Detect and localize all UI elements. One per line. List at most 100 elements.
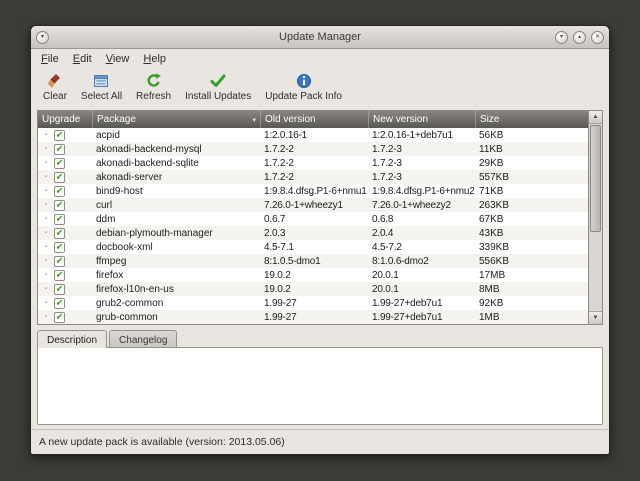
cell-package: akonadi-backend-mysql	[96, 143, 202, 155]
menu-item-help[interactable]: Help	[136, 51, 173, 67]
package-checkbox[interactable]: ✔	[54, 143, 65, 155]
package-checkbox[interactable]: ✔	[54, 171, 65, 183]
checkmark-icon: ✔	[55, 297, 64, 307]
cell-size: 92KB	[479, 297, 504, 309]
tree-expander[interactable]: -	[38, 144, 54, 154]
cell-new-version: 0.6.8	[372, 213, 394, 225]
cell-size: 17MB	[479, 269, 506, 281]
cell-new-version: 1:9.8.4.dfsg.P1-6+nmu2	[372, 185, 475, 197]
cell-old-version: 1.7.2-2	[264, 157, 294, 169]
package-checkbox[interactable]: ✔	[54, 269, 65, 281]
package-checkbox[interactable]: ✔	[54, 311, 65, 323]
refresh-button[interactable]: Refresh	[129, 70, 178, 103]
scroll-down-button[interactable]: ▼	[589, 311, 602, 324]
table-row[interactable]: - ✔ akonadi-backend-mysql 1.7.2-2 1.7.2-…	[38, 142, 588, 156]
package-checkbox[interactable]: ✔	[54, 199, 65, 211]
column-header-size[interactable]: Size	[475, 111, 588, 128]
package-checkbox[interactable]: ✔	[54, 129, 65, 141]
package-checkbox[interactable]: ✔	[54, 297, 65, 309]
cell-old-version: 2.0.3	[264, 227, 286, 239]
column-header-package-label: Package	[97, 114, 136, 125]
update-pack-info-button[interactable]: Update Pack Info	[258, 70, 349, 103]
package-checkbox[interactable]: ✔	[54, 185, 65, 197]
package-table: Upgrade Package ▾ Old version New versio…	[37, 110, 603, 325]
package-checkbox[interactable]: ✔	[54, 213, 65, 225]
cell-size: 56KB	[479, 129, 504, 141]
tree-expander[interactable]: -	[38, 312, 54, 322]
scrollbar-thumb[interactable]	[590, 125, 601, 233]
table-row[interactable]: - ✔ firefox 19.0.2 20.0.1 17MB	[38, 268, 588, 282]
column-header-upgrade[interactable]: Upgrade	[38, 111, 92, 128]
cell-old-version: 7.26.0-1+wheezy1	[264, 199, 343, 211]
tab-changelog[interactable]: Changelog	[109, 330, 178, 347]
install-updates-button[interactable]: Install Updates	[178, 70, 258, 103]
table-row[interactable]: - ✔ debian-plymouth-manager 2.0.3 2.0.4 …	[38, 226, 588, 240]
statusbar: A new update pack is available (version:…	[31, 429, 609, 454]
column-header-old-version[interactable]: Old version	[260, 111, 368, 128]
scroll-up-button[interactable]: ▲	[589, 111, 602, 124]
table-row[interactable]: - ✔ docbook-xml 4.5-7.1 4.5-7.2 339KB	[38, 240, 588, 254]
package-checkbox[interactable]: ✔	[54, 255, 65, 267]
vertical-scrollbar[interactable]: ▲ ▼	[588, 111, 602, 324]
checkmark-icon: ✔	[55, 143, 64, 153]
table-row[interactable]: - ✔ ddm 0.6.7 0.6.8 67KB	[38, 212, 588, 226]
checkmark-icon: ✔	[55, 199, 64, 209]
cell-old-version: 19.0.2	[264, 269, 291, 281]
table-row[interactable]: - ✔ firefox-l10n-en-us 19.0.2 20.0.1 8MB	[38, 282, 588, 296]
tree-expander[interactable]: -	[38, 242, 54, 252]
cell-new-version: 1.7.2-3	[372, 171, 402, 183]
menu-item-edit[interactable]: Edit	[66, 51, 99, 67]
column-header-package[interactable]: Package ▾	[92, 111, 260, 128]
tab-bar: Description Changelog	[37, 330, 603, 348]
table-row[interactable]: - ✔ grub2-common 1.99-27 1.99-27+deb7u1 …	[38, 296, 588, 310]
menubar: File Edit View Help	[31, 49, 609, 68]
select-all-button[interactable]: Select All	[74, 70, 129, 103]
checkmark-icon: ✔	[55, 269, 64, 279]
cell-size: 263KB	[479, 199, 510, 211]
menu-item-file[interactable]: File	[34, 51, 66, 67]
column-header-new-version[interactable]: New version	[368, 111, 475, 128]
package-checkbox[interactable]: ✔	[54, 157, 65, 169]
cell-new-version: 20.0.1	[372, 283, 399, 295]
menu-item-view[interactable]: View	[99, 51, 137, 67]
cell-size: 339KB	[479, 241, 510, 253]
table-header: Upgrade Package ▾ Old version New versio…	[38, 111, 588, 128]
tab-description[interactable]: Description	[37, 330, 108, 348]
table-row[interactable]: - ✔ akonadi-backend-sqlite 1.7.2-2 1.7.2…	[38, 156, 588, 170]
package-checkbox[interactable]: ✔	[54, 283, 65, 295]
tree-expander[interactable]: -	[38, 130, 54, 140]
tree-expander[interactable]: -	[38, 228, 54, 238]
table-row[interactable]: - ✔ akonadi-server 1.7.2-2 1.7.2-3 557KB	[38, 170, 588, 184]
status-text: A new update pack is available (version:…	[39, 436, 285, 448]
tree-expander[interactable]: -	[38, 172, 54, 182]
package-checkbox[interactable]: ✔	[54, 227, 65, 239]
scrollbar-track[interactable]	[589, 124, 602, 311]
table-row[interactable]: - ✔ curl 7.26.0-1+wheezy1 7.26.0-1+wheez…	[38, 198, 588, 212]
toolbar: Clear Select All Refresh Install Updates…	[31, 68, 609, 108]
cell-package: acpid	[96, 129, 120, 141]
tree-expander[interactable]: -	[38, 200, 54, 210]
cell-new-version: 1:2.0.16-1+deb7u1	[372, 129, 453, 141]
table-row[interactable]: - ✔ ffmpeg 8:1.0.5-dmo1 8:1.0.6-dmo2 556…	[38, 254, 588, 268]
tree-expander[interactable]: -	[38, 284, 54, 294]
tree-expander[interactable]: -	[38, 158, 54, 168]
table-row[interactable]: - ✔ bind9-host 1:9.8.4.dfsg.P1-6+nmu1 1:…	[38, 184, 588, 198]
cell-package: grub-common	[96, 311, 158, 323]
tree-expander[interactable]: -	[38, 270, 54, 280]
tree-expander[interactable]: -	[38, 186, 54, 196]
update-manager-window: Update Manager ▾ ▾ ▴ ✕ File Edit View He…	[30, 25, 610, 455]
select-all-icon	[90, 72, 112, 90]
table-row[interactable]: - ✔ acpid 1:2.0.16-1 1:2.0.16-1+deb7u1 5…	[38, 128, 588, 142]
tree-expander[interactable]: -	[38, 298, 54, 308]
table-row[interactable]: - ✔ grub-common 1.99-27 1.99-27+deb7u1 1…	[38, 310, 588, 324]
cell-size: 1MB	[479, 311, 500, 323]
cell-old-version: 1.7.2-2	[264, 171, 294, 183]
tree-expander[interactable]: -	[38, 214, 54, 224]
cell-package: akonadi-server	[96, 171, 163, 183]
package-checkbox[interactable]: ✔	[54, 241, 65, 253]
checkmark-icon: ✔	[55, 241, 64, 251]
titlebar[interactable]: Update Manager ▾ ▾ ▴ ✕	[31, 26, 609, 49]
clear-button-label: Clear	[43, 91, 67, 102]
clear-button[interactable]: Clear	[36, 70, 74, 103]
tree-expander[interactable]: -	[38, 256, 54, 266]
